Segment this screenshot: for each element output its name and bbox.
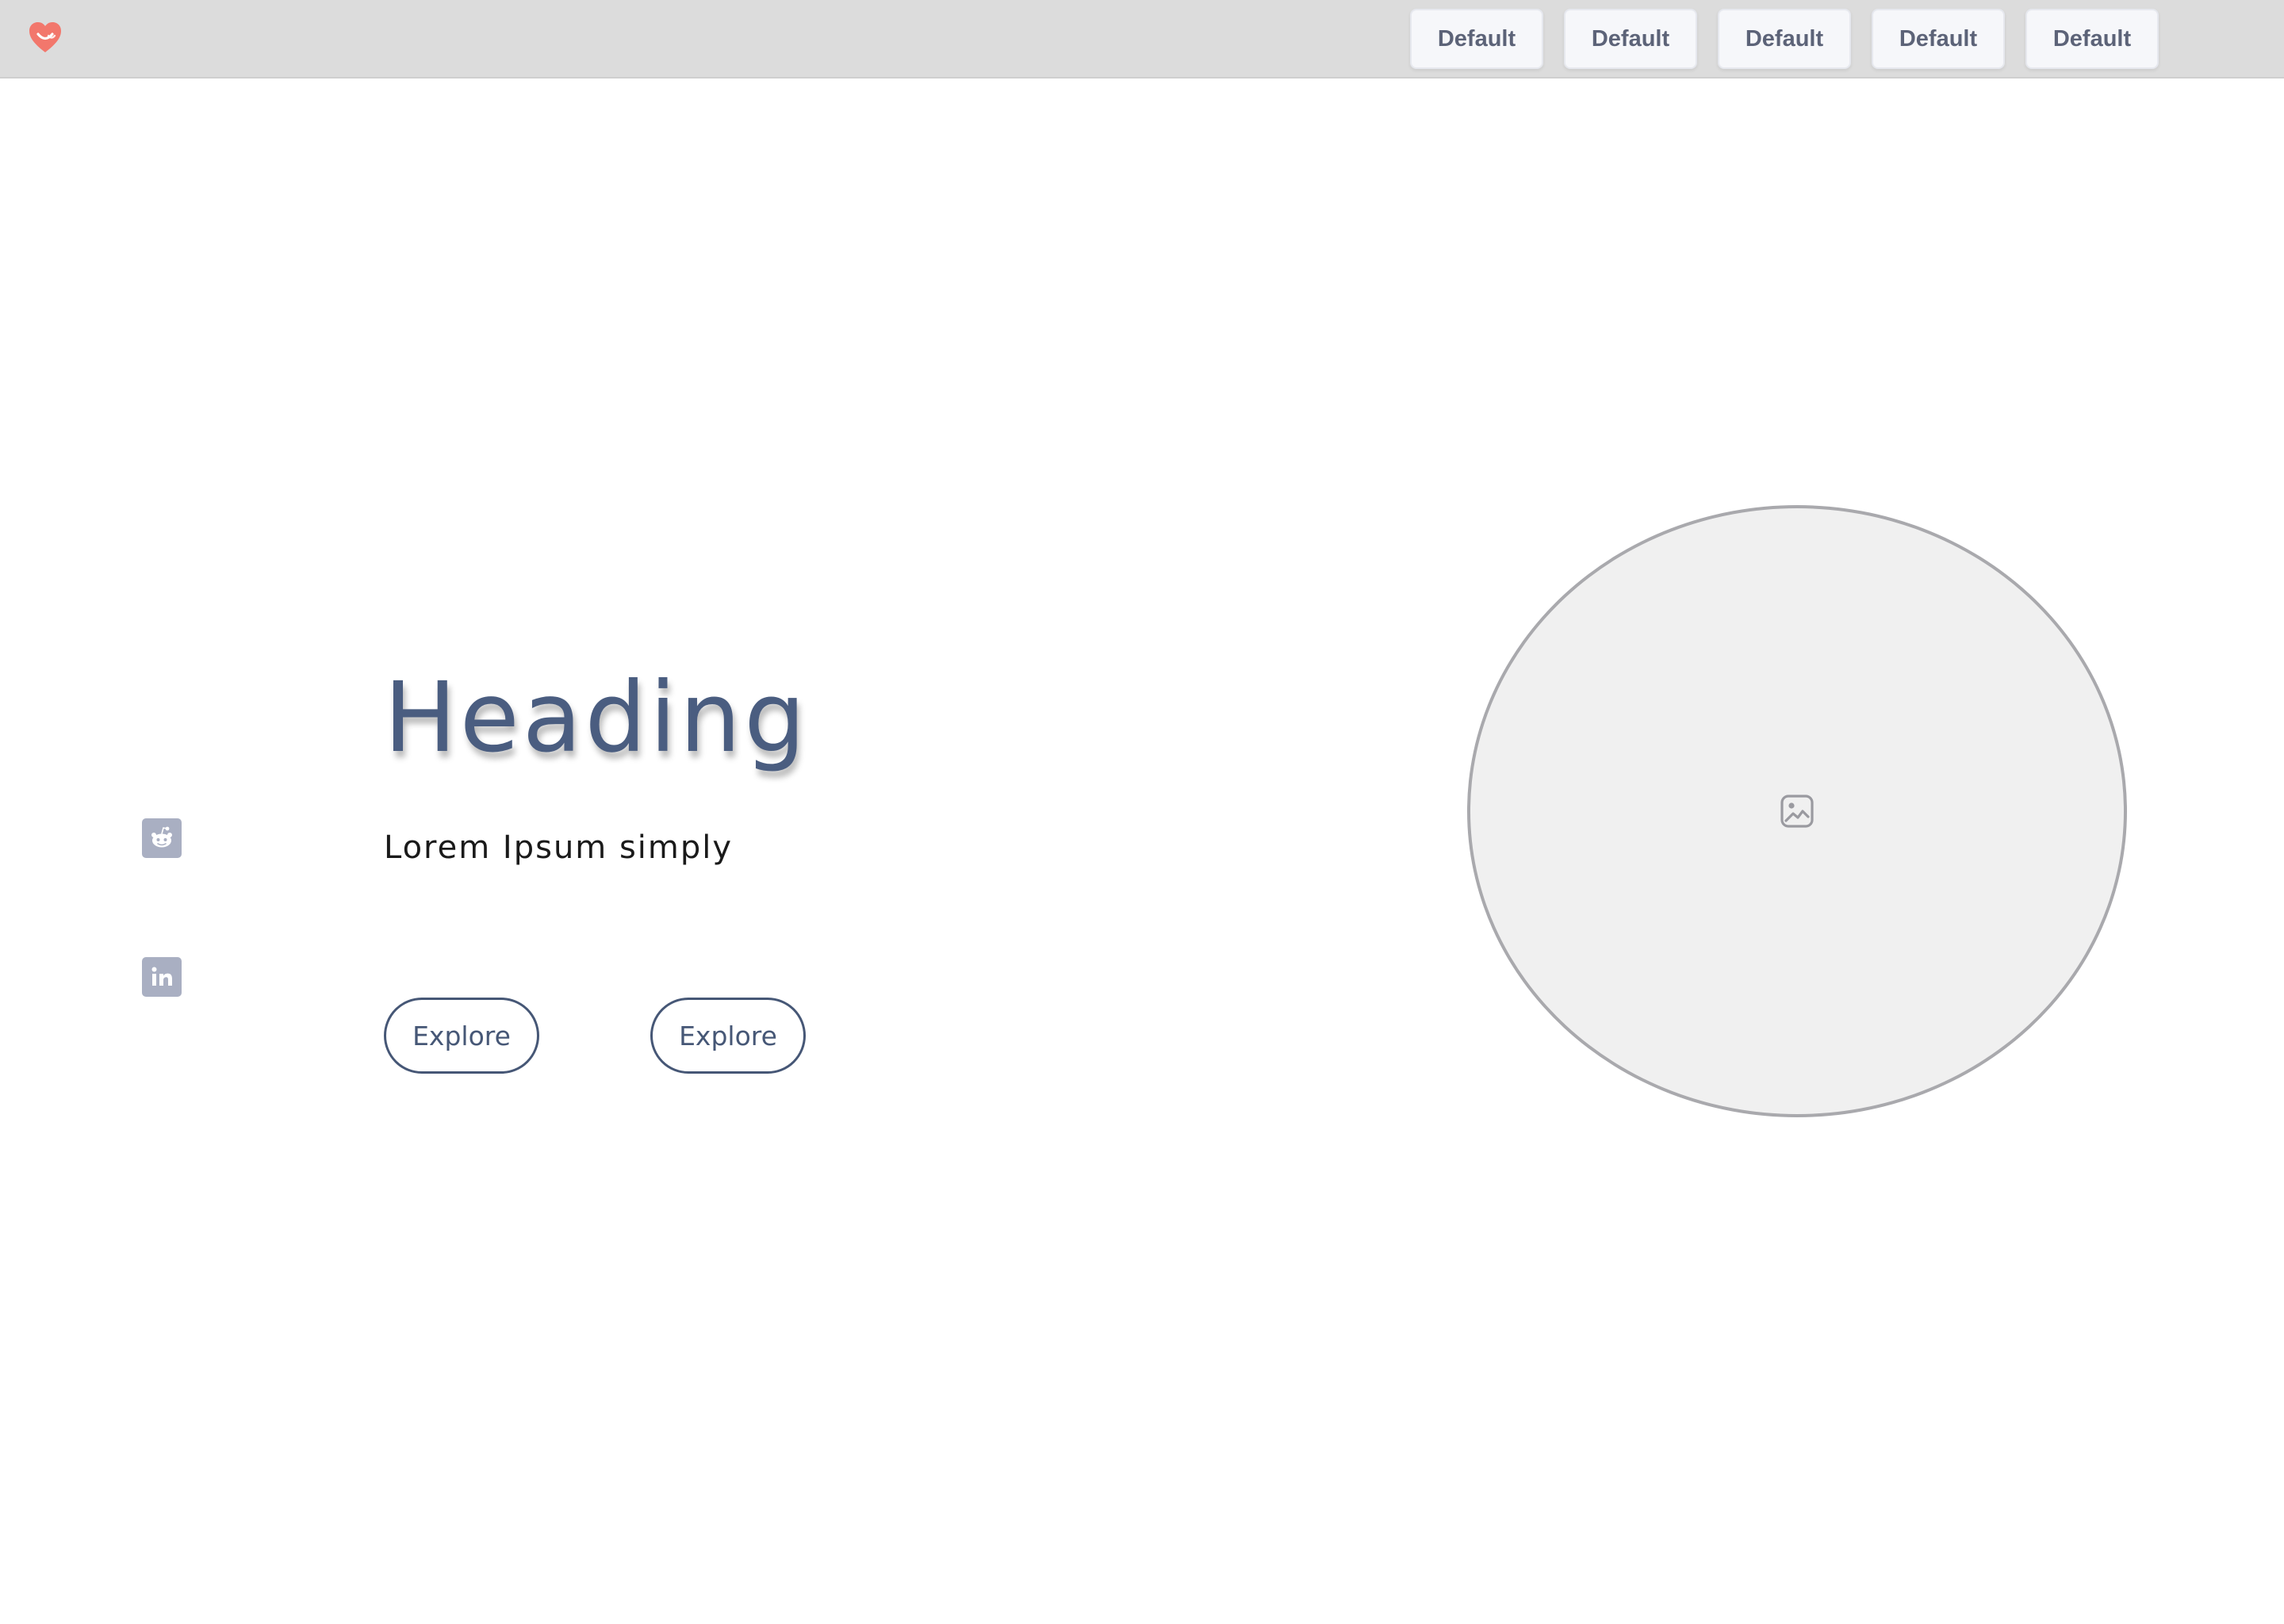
page-heading: Heading bbox=[384, 661, 809, 774]
image-icon bbox=[1780, 794, 1815, 829]
explore-button-1[interactable]: Explore bbox=[384, 998, 539, 1074]
heart-smile-icon[interactable] bbox=[27, 19, 63, 56]
nav-button-2[interactable]: Default bbox=[1564, 9, 1697, 69]
reddit-icon[interactable] bbox=[142, 818, 182, 858]
nav-button-3[interactable]: Default bbox=[1718, 9, 1851, 69]
explore-button-2[interactable]: Explore bbox=[650, 998, 806, 1074]
nav-button-4[interactable]: Default bbox=[1872, 9, 2005, 69]
image-placeholder bbox=[1467, 505, 2127, 1117]
page: Default Default Default Default Default … bbox=[0, 0, 2284, 1624]
nav-button-group: Default Default Default Default Default bbox=[1410, 9, 2159, 69]
top-navbar: Default Default Default Default Default bbox=[0, 0, 2284, 79]
linkedin-icon[interactable] bbox=[142, 957, 182, 997]
nav-button-5[interactable]: Default bbox=[2025, 9, 2159, 69]
nav-button-1[interactable]: Default bbox=[1410, 9, 1543, 69]
hero-subtitle: Lorem Ipsum simply bbox=[384, 829, 734, 866]
